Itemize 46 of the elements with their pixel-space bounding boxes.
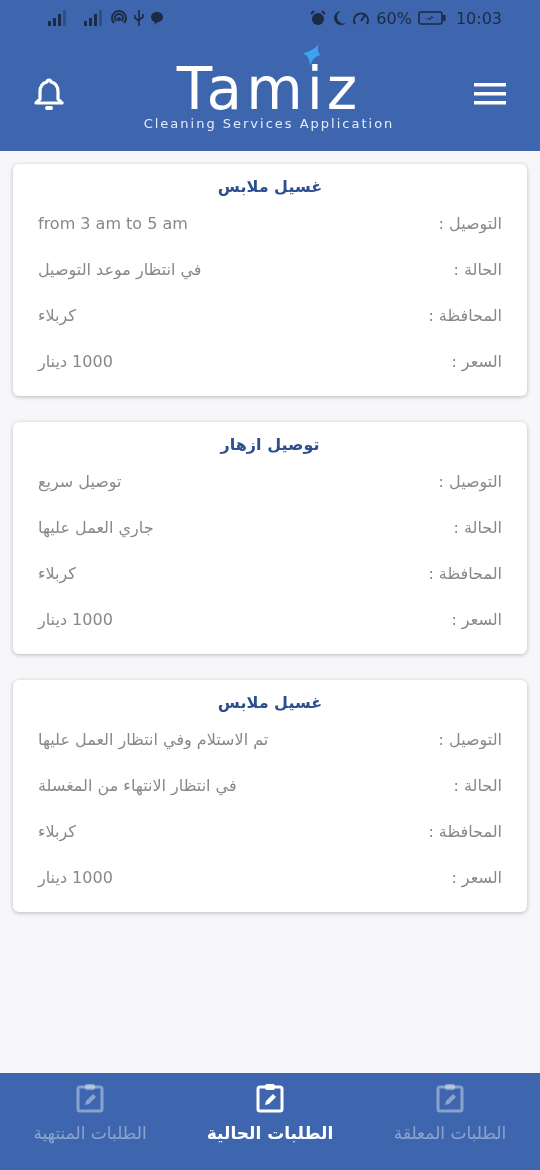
field-label: التوصيل : <box>438 214 502 233</box>
field-value: توصيل سريع <box>38 472 122 491</box>
field-value: كربلاء <box>38 306 76 325</box>
field-label: الحالة : <box>453 518 502 537</box>
menu-icon[interactable] <box>474 81 506 106</box>
field-label: الحالة : <box>453 260 502 279</box>
clock-time: 10:03 <box>455 8 502 28</box>
field-label: التوصيل : <box>438 472 502 491</box>
order-card[interactable]: توصيل ازهار التوصيل : توصيل سريع الحالة : جاري العمل عليها المحافظة : كربلاء السعر : 1000 دينار <box>13 422 527 654</box>
chat-icon <box>150 11 164 25</box>
clipboard-edit-icon <box>256 1083 284 1113</box>
app-tagline: Cleaning Services Application <box>143 116 395 131</box>
order-title: توصيل ازهار <box>218 434 321 456</box>
clipboard-edit-icon <box>76 1083 104 1113</box>
field-value: في انتظار موعد التوصيل <box>38 260 202 279</box>
field-value: كربلاء <box>38 822 76 841</box>
field-label: السعر : <box>451 352 502 371</box>
field-label: التوصيل : <box>438 730 502 749</box>
battery-percentage: 60% <box>376 8 412 28</box>
field-value: 1000 دينار <box>38 352 113 371</box>
order-card[interactable]: غسيل ملابس التوصيل : تم الاستلام وفي انتظار العمل عليها الحالة : في انتظار الانتهاء من المغسلة المحافظة : كربلاء السعر : 1000 دينار <box>13 680 527 912</box>
field-label: السعر : <box>451 610 502 629</box>
field-value: 1000 دينار <box>38 868 113 887</box>
moon-icon <box>332 10 347 26</box>
usb-icon <box>134 10 144 26</box>
field-value: تم الاستلام وفي انتظار العمل عليها <box>38 730 269 749</box>
field-value: كربلاء <box>38 564 76 583</box>
field-value: from 3 am to 5 am <box>38 214 188 233</box>
notification-bell-icon[interactable] <box>34 76 64 111</box>
clipboard-edit-icon <box>436 1083 464 1113</box>
field-value: 1000 دينار <box>38 610 113 629</box>
field-value: في انتظار الانتهاء من المغسلة <box>38 776 237 795</box>
nav-tab[interactable]: الطلبات الحالية <box>185 1083 355 1143</box>
field-label: الحالة : <box>453 776 502 795</box>
speedometer-icon <box>352 10 371 26</box>
alarm-icon <box>310 10 327 26</box>
field-label: السعر : <box>451 868 502 887</box>
battery-icon <box>417 10 446 26</box>
field-label: المحافظة : <box>428 306 502 325</box>
hotspot-icon <box>110 10 128 26</box>
field-label: المحافظة : <box>428 564 502 583</box>
field-value: جاري العمل عليها <box>38 518 154 537</box>
field-label: المحافظة : <box>428 822 502 841</box>
app-logo: Tamiz <box>176 66 362 112</box>
order-title: غسيل ملابس <box>216 176 324 198</box>
order-title: غسيل ملابس <box>216 692 324 714</box>
